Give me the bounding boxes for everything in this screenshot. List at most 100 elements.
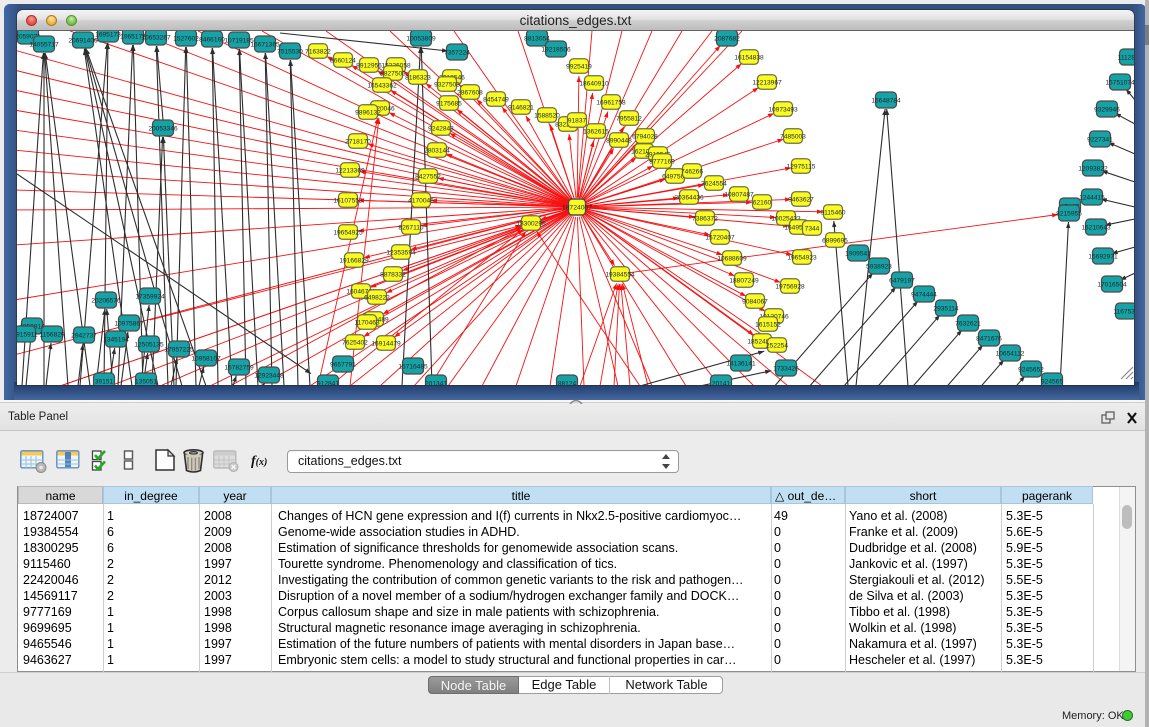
svg-text:62160: 62160 [753, 199, 772, 206]
svg-text:8466160: 8466160 [199, 36, 225, 43]
svg-text:5938923: 5938923 [866, 263, 892, 270]
svg-text:2803144: 2803144 [424, 147, 450, 154]
svg-text:10958107: 10958107 [191, 355, 221, 362]
svg-text:7955812: 7955812 [616, 115, 642, 122]
svg-text:2867608: 2867608 [457, 89, 483, 96]
svg-text:18300295: 18300295 [516, 220, 546, 227]
svg-text:f(x): f(x) [251, 454, 267, 469]
svg-text:16210643: 16210643 [1081, 224, 1111, 231]
svg-text:2942737: 2942737 [71, 332, 97, 339]
svg-text:20053346: 20053346 [148, 125, 178, 132]
svg-text:9227341: 9227341 [1087, 136, 1113, 143]
svg-text:2718170: 2718170 [345, 138, 371, 145]
svg-text:39151: 39151 [95, 378, 114, 385]
svg-text:8878332: 8878332 [380, 271, 406, 278]
svg-text:14136141: 14136141 [726, 360, 756, 367]
svg-text:1615152: 1615152 [755, 321, 781, 328]
svg-text:10975867: 10975867 [114, 320, 144, 327]
svg-text:12213369: 12213369 [335, 167, 365, 174]
svg-text:9777169: 9777169 [649, 158, 675, 165]
svg-text:9115460: 9115460 [820, 209, 846, 216]
svg-text:4170046: 4170046 [408, 197, 434, 204]
svg-text:9657791: 9657791 [330, 361, 356, 368]
svg-text:20364436: 20364436 [674, 194, 704, 201]
svg-text:14055717: 14055717 [29, 41, 59, 48]
svg-text:19654923: 19654923 [787, 254, 817, 261]
svg-text:15720407: 15720407 [705, 234, 735, 241]
svg-text:9084067: 9084067 [742, 298, 768, 305]
svg-text:252254: 252254 [766, 342, 788, 349]
svg-text:1112841: 1112841 [1118, 54, 1134, 61]
svg-text:6498222: 6498222 [364, 294, 390, 301]
svg-text:17957225: 17957225 [164, 346, 194, 353]
svg-text:19218506: 19218506 [541, 46, 571, 53]
svg-text:1909541: 1909541 [845, 250, 871, 257]
svg-text:16107553: 16107553 [333, 197, 363, 204]
svg-text:9474444: 9474444 [911, 291, 937, 298]
svg-text:16914479: 16914479 [371, 340, 401, 347]
svg-text:7632621: 7632621 [955, 320, 981, 327]
svg-text:8813054: 8813054 [524, 35, 550, 42]
svg-text:12505135: 12505135 [134, 341, 164, 348]
svg-text:12353594: 12353594 [386, 249, 416, 256]
svg-text:3624554: 3624554 [701, 180, 727, 187]
svg-text:912841: 912841 [317, 380, 339, 385]
svg-text:8267110: 8267110 [398, 224, 424, 231]
svg-text:7625402: 7625402 [342, 339, 368, 346]
svg-text:924565: 924565 [1041, 378, 1063, 385]
svg-text:1733426: 1733426 [773, 365, 799, 372]
svg-text:7163822: 7163822 [305, 48, 331, 55]
svg-text:9925419: 9925419 [566, 63, 592, 70]
svg-text:7357224: 7357224 [444, 49, 470, 56]
svg-text:16648784: 16648784 [871, 97, 901, 104]
svg-text:20206576: 20206576 [91, 297, 121, 304]
svg-text:12975115: 12975115 [787, 163, 816, 170]
svg-text:1244415: 1244415 [1079, 194, 1105, 201]
svg-text:12093822: 12093822 [1078, 165, 1108, 172]
svg-text:19756928: 19756928 [775, 283, 805, 290]
svg-text:1695173: 1695173 [95, 31, 121, 38]
svg-text:9896132: 9896132 [355, 109, 381, 116]
svg-text:135051: 135051 [135, 378, 157, 385]
svg-text:746266: 746266 [681, 168, 703, 175]
svg-text:10053809: 10053809 [406, 35, 436, 42]
svg-text:8454749: 8454749 [483, 96, 509, 103]
svg-text:9463627: 9463627 [788, 196, 814, 203]
svg-text:16154838: 16154838 [734, 54, 764, 61]
svg-text:16961758: 16961758 [596, 99, 626, 106]
svg-text:18724007: 18724007 [562, 205, 592, 212]
svg-text:19654925: 19654925 [333, 229, 363, 236]
svg-text:19384554: 19384554 [605, 271, 635, 278]
svg-text:91837: 91837 [568, 117, 587, 124]
svg-text:7344: 7344 [805, 225, 820, 232]
svg-text:15692971: 15692971 [1088, 253, 1118, 260]
svg-text:10653267: 10653267 [141, 34, 171, 41]
svg-text:6899695: 6899695 [822, 237, 848, 244]
svg-text:18640910: 18640910 [579, 80, 609, 87]
svg-text:8427552: 8427552 [415, 173, 441, 180]
svg-text:10654112: 10654112 [996, 350, 1025, 357]
svg-text:7515530: 7515530 [277, 48, 303, 55]
svg-text:12213967: 12213967 [752, 79, 782, 86]
svg-text:3915911: 3915911 [17, 331, 38, 338]
svg-text:1345194: 1345194 [103, 336, 129, 343]
svg-text:88124: 88124 [558, 380, 577, 385]
svg-text:19166829: 19166829 [339, 257, 369, 264]
svg-text:2087682: 2087682 [714, 35, 740, 42]
svg-text:10807487: 10807487 [724, 191, 754, 198]
svg-text:6794028: 6794028 [632, 133, 658, 140]
svg-text:7386372: 7386372 [692, 215, 718, 222]
svg-text:20691406: 20691406 [68, 37, 98, 44]
svg-text:8990448: 8990448 [606, 137, 632, 144]
svg-text:18807249: 18807249 [729, 277, 759, 284]
svg-text:9327503: 9327503 [434, 81, 460, 88]
svg-text:2935114: 2935114 [933, 305, 959, 312]
svg-text:8660124: 8660124 [330, 57, 356, 64]
svg-text:6479197: 6479197 [889, 277, 915, 284]
svg-text:8215955: 8215955 [1056, 210, 1082, 217]
svg-text:1156829: 1156829 [39, 331, 65, 338]
svg-text:16671365: 16671365 [250, 41, 280, 48]
svg-text:20141: 20141 [712, 380, 731, 385]
svg-text:10688609: 10688609 [717, 255, 747, 262]
svg-text:12923448: 12923448 [254, 372, 284, 379]
